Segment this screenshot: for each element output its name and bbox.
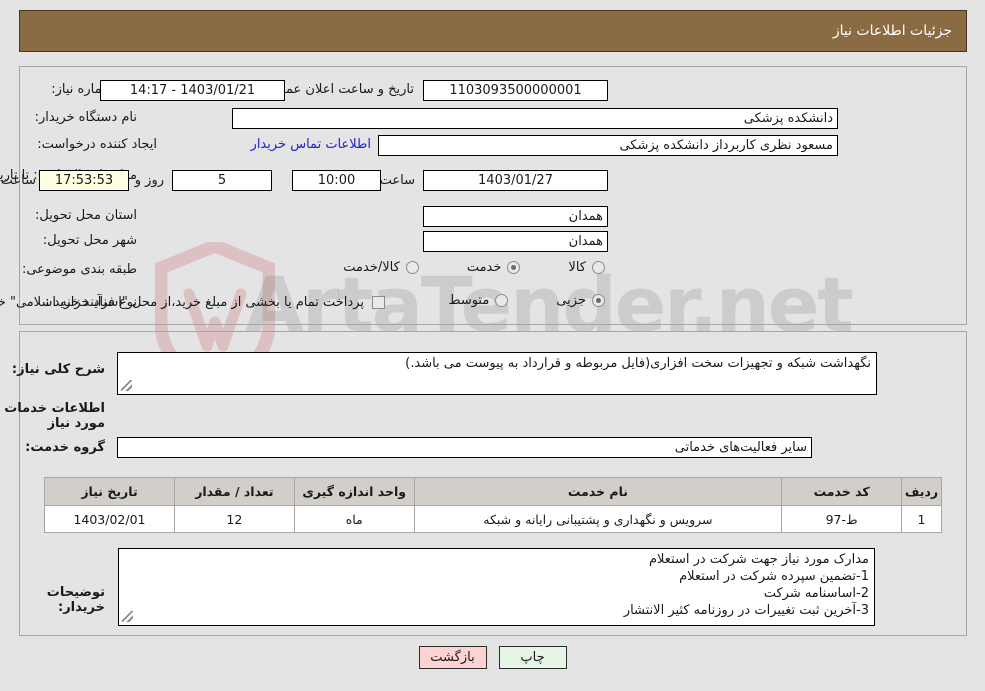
page-title: جزئیات اطلاعات نیاز: [832, 23, 952, 39]
treasury-note-wrap: پرداخت تمام یا بخشی از مبلغ خرید،از محل …: [0, 295, 385, 310]
province-label: استان محل تحویل:: [35, 208, 137, 223]
need-info-panel: [19, 66, 967, 325]
city-label: شهر محل تحویل:: [42, 233, 137, 248]
category-option-kala-label: کالا: [568, 260, 586, 275]
print-button[interactable]: چاپ: [498, 646, 567, 669]
buyer-org-field[interactable]: دانشکده پزشکی: [232, 108, 838, 129]
treasury-note-label: پرداخت تمام یا بخشی از مبلغ خرید،از محل …: [0, 295, 364, 310]
th-index: ردیف: [901, 477, 942, 506]
radio-kala-khedmat-icon[interactable]: [405, 261, 419, 274]
services-table: ردیف کد خدمت نام خدمت واحد اندازه گیری ت…: [44, 477, 942, 533]
general-desc-label: شرح کلی نیاز:: [11, 362, 105, 377]
th-date: تاریخ نیاز: [44, 477, 175, 506]
category-label-wrap: طبقه بندی موضوعی:: [22, 262, 137, 277]
cell-quantity: 12: [173, 505, 295, 533]
table-row: 1 ط-97 سرویس و نگهداری و پشتیبانی رایانه…: [44, 505, 942, 533]
cell-code: ط-97: [781, 505, 903, 533]
cell-date: 1403/02/01: [44, 505, 175, 533]
category-label: طبقه بندی موضوعی:: [21, 262, 137, 277]
hour-label: ساعت: [379, 173, 415, 188]
radio-kala-icon[interactable]: [592, 261, 605, 274]
days-remaining-field[interactable]: 5: [172, 170, 272, 191]
creator-label: ایجاد کننده درخواست:: [37, 137, 157, 152]
table-header-row: ردیف کد خدمت نام خدمت واحد اندازه گیری ت…: [44, 477, 942, 506]
process-option-motevaset-label: متوسط: [448, 293, 490, 308]
cell-unit: ماه: [293, 505, 415, 533]
city-field[interactable]: همدان: [423, 231, 608, 252]
category-option-kala-khedmat-label: کالا/خدمت: [343, 260, 400, 275]
process-option-jozii-label: جزیی: [556, 293, 586, 308]
buyer-notes-textarea[interactable]: مدارک مورد نیاز جهت شرکت در استعلام 1-تض…: [118, 548, 875, 626]
province-field[interactable]: همدان: [423, 206, 608, 227]
buyer-org-label-wrap: نام دستگاه خریدار:: [35, 110, 137, 125]
need-number-field[interactable]: 1103093500000001: [423, 80, 608, 101]
buyer-contact-link[interactable]: اطلاعات تماس خریدار: [251, 137, 371, 152]
deadline-time-field[interactable]: 10:00: [292, 170, 381, 191]
service-group-label: گروه خدمت:: [25, 440, 105, 455]
creator-label-wrap: ایجاد کننده درخواست:: [37, 137, 157, 152]
cell-name: سرویس و نگهداری و پشتیبانی رایانه و شبکه: [413, 505, 783, 533]
process-option-motevaset[interactable]: متوسط: [448, 293, 509, 308]
deadline-date-field[interactable]: 1403/01/27: [423, 170, 608, 191]
treasury-checkbox[interactable]: [372, 296, 385, 309]
buyer-notes-label: توضیحات خریدار:: [46, 585, 105, 615]
need-number-label-wrap: شماره نیاز:: [18, 82, 113, 97]
page-root: ArtaTender.net جزئیات اطلاعات نیاز شماره…: [0, 0, 985, 691]
buyer-org-label: نام دستگاه خریدار:: [34, 110, 137, 125]
process-radio-group: جزیی متوسط: [448, 293, 605, 308]
category-option-kala-khedmat[interactable]: کالا/خدمت: [343, 260, 419, 275]
creator-field[interactable]: مسعود نظری کاربرداز دانشکده پزشکی: [378, 135, 838, 156]
radio-khedmat-icon[interactable]: [507, 261, 521, 274]
time-remaining-field[interactable]: 17:53:53: [39, 170, 129, 191]
announce-datetime-field[interactable]: 1403/01/21 - 14:17: [100, 80, 285, 101]
category-radio-group: کالا خدمت کالا/خدمت: [343, 260, 605, 275]
services-section-title: اطلاعات خدمات مورد نیاز: [4, 401, 105, 431]
cell-index: 1: [901, 505, 942, 533]
city-label-wrap: شهر محل تحویل:: [43, 233, 137, 248]
th-name: نام خدمت: [413, 477, 783, 506]
service-group-field[interactable]: سایر فعالیت‌های خدماتی: [117, 437, 812, 458]
radio-jozii-icon[interactable]: [592, 294, 605, 307]
province-label-wrap: استان محل تحویل:: [35, 208, 137, 223]
page-title-bar: جزئیات اطلاعات نیاز: [19, 10, 967, 52]
general-desc-textarea[interactable]: نگهداشت شبکه و تجهیزات سخت افزاری(فایل م…: [117, 352, 877, 395]
th-quantity: تعداد / مقدار: [173, 477, 295, 506]
category-option-khedmat[interactable]: خدمت: [467, 260, 521, 275]
category-option-kala[interactable]: کالا: [568, 260, 605, 275]
back-button[interactable]: بازگشت: [418, 646, 487, 669]
category-option-khedmat-label: خدمت: [466, 260, 502, 275]
action-button-bar: بازگشت چاپ: [0, 646, 985, 669]
process-option-jozii[interactable]: جزیی: [556, 293, 605, 308]
th-unit: واحد اندازه گیری: [293, 477, 415, 506]
remaining-suffix-label: ساعت باقی مانده: [0, 173, 36, 188]
radio-motevaset-icon[interactable]: [495, 294, 509, 307]
days-label: روز و: [134, 173, 164, 188]
th-code: کد خدمت: [781, 477, 903, 506]
